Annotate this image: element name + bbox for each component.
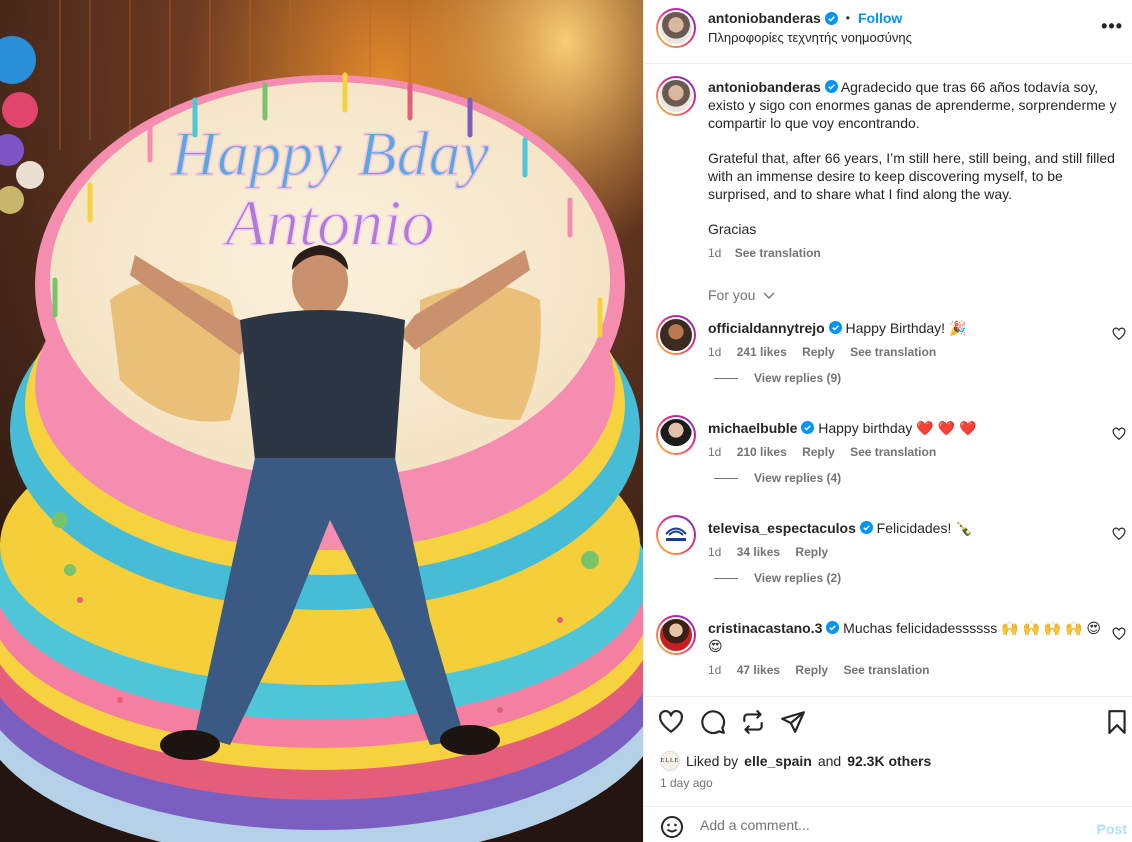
commenter-username[interactable]: officialdannytrejo xyxy=(708,320,825,336)
commenter-avatar[interactable] xyxy=(656,615,696,655)
comment-likes[interactable]: 241 likes xyxy=(737,345,787,359)
chevron-down-icon xyxy=(763,292,775,299)
verified-badge-icon xyxy=(824,11,838,25)
post-header: antoniobanderas • Follow Πληροφορίες τεχ… xyxy=(644,0,1132,64)
post-actions: ELLE Liked by elle_spain and 92.3K other… xyxy=(644,696,1132,806)
comment-item: officialdannytrejo Happy Birthday! 🎉 1d … xyxy=(656,315,1126,405)
liker-username[interactable]: elle_spain xyxy=(744,753,812,769)
caption-username[interactable]: antoniobanderas xyxy=(708,79,821,95)
comment-likes[interactable]: 34 likes xyxy=(737,545,780,559)
view-replies-label: View replies (9) xyxy=(754,371,842,385)
commenter-username[interactable]: televisa_espectaculos xyxy=(708,520,856,536)
caption-avatar[interactable] xyxy=(656,76,696,116)
share-icon[interactable] xyxy=(780,709,806,735)
view-replies-label: View replies (2) xyxy=(754,571,842,585)
bookmark-icon[interactable] xyxy=(1104,709,1130,735)
comment-text: Happy Birthday! 🎉 xyxy=(845,320,967,336)
comment-age: 1d xyxy=(708,545,722,559)
reply-button[interactable]: Reply xyxy=(795,545,828,559)
see-translation-link[interactable]: See translation xyxy=(735,246,821,260)
like-comment-heart-icon[interactable] xyxy=(1112,427,1126,441)
caption-age: 1d xyxy=(708,246,722,260)
comment-text: Felicidades! 🍾 xyxy=(876,520,973,536)
see-translation-link[interactable]: See translation xyxy=(843,663,929,677)
verified-badge-icon xyxy=(828,321,842,334)
reply-button[interactable]: Reply xyxy=(802,445,835,459)
author-avatar[interactable] xyxy=(656,8,696,48)
separator-dot: • xyxy=(845,11,850,25)
verified-badge-icon xyxy=(801,421,815,434)
like-comment-heart-icon[interactable] xyxy=(1112,527,1126,541)
post-image-artwork: Happy Bday Antonio xyxy=(0,0,643,842)
repost-icon[interactable] xyxy=(740,709,766,735)
caption-closing: Gracias xyxy=(708,221,757,237)
post-detail-panel: antoniobanderas • Follow Πληροφορίες τεχ… xyxy=(643,0,1132,842)
reply-button[interactable]: Reply xyxy=(802,345,835,359)
comment-icon[interactable] xyxy=(700,709,726,735)
post-comment-button[interactable]: Post xyxy=(1097,821,1127,837)
comment-input[interactable] xyxy=(700,813,1070,837)
view-replies-button[interactable]: View replies (4) xyxy=(714,471,841,485)
post-image[interactable]: Happy Bday Antonio xyxy=(0,0,643,842)
comment-age: 1d xyxy=(708,445,722,459)
see-translation-link[interactable]: See translation xyxy=(850,445,936,459)
view-replies-button[interactable]: View replies (2) xyxy=(714,571,841,585)
post-timestamp[interactable]: 1 day ago xyxy=(660,776,713,790)
commenter-avatar[interactable] xyxy=(656,315,696,355)
commenter-avatar[interactable] xyxy=(656,415,696,455)
liked-and-label: and xyxy=(817,753,842,769)
verified-badge-icon xyxy=(826,621,840,634)
comment-age: 1d xyxy=(708,345,722,359)
comment-likes[interactable]: 47 likes xyxy=(737,663,780,677)
commenter-avatar[interactable] xyxy=(656,515,696,555)
for-you-dropdown[interactable]: For you xyxy=(708,287,775,303)
comment-likes[interactable]: 210 likes xyxy=(737,445,787,459)
liked-by-label: Liked by xyxy=(686,753,739,769)
liker-avatar[interactable]: ELLE xyxy=(660,751,680,771)
view-replies-label: View replies (4) xyxy=(754,471,842,485)
comment-text: Happy birthday ❤️ ❤️ ❤️ xyxy=(818,420,977,436)
comment-item: michaelbuble Happy birthday ❤️ ❤️ ❤️ 1d … xyxy=(656,415,1126,505)
author-username[interactable]: antoniobanderas xyxy=(708,10,821,26)
verified-badge-icon xyxy=(824,80,838,93)
verified-badge-icon xyxy=(859,521,873,534)
more-options-icon[interactable]: ••• xyxy=(1101,16,1123,37)
televisa-logo-icon xyxy=(665,527,687,541)
ai-info-label[interactable]: Πληροφορίες τεχνητής νοημοσύνης xyxy=(708,30,912,45)
reply-button[interactable]: Reply xyxy=(795,663,828,677)
comment-age: 1d xyxy=(708,663,722,677)
like-comment-heart-icon[interactable] xyxy=(1112,627,1126,641)
cake-text-line1: Happy Bday xyxy=(170,118,490,189)
add-comment-bar: Post xyxy=(644,806,1132,842)
heart-icon[interactable] xyxy=(658,709,684,735)
for-you-label: For you xyxy=(708,287,756,303)
comments-scroll-area[interactable]: antoniobanderas Agradecido que tras 66 a… xyxy=(644,64,1132,696)
emoji-icon[interactable] xyxy=(660,815,684,839)
like-comment-heart-icon[interactable] xyxy=(1112,327,1126,341)
follow-button[interactable]: Follow xyxy=(858,10,902,26)
likes-summary: ELLE Liked by elle_spain and 92.3K other… xyxy=(660,751,931,771)
comment-item: televisa_espectaculos Felicidades! 🍾 1d … xyxy=(656,515,1126,605)
comment-item: cristinacastano.3 Muchas felicidadesssss… xyxy=(656,615,1126,696)
commenter-username[interactable]: cristinacastano.3 xyxy=(708,620,822,636)
view-replies-button[interactable]: View replies (9) xyxy=(714,371,841,385)
commenter-username[interactable]: michaelbuble xyxy=(708,420,797,436)
likes-count[interactable]: 92.3K others xyxy=(847,753,931,769)
see-translation-link[interactable]: See translation xyxy=(850,345,936,359)
caption-text-en: Grateful that, after 66 years, I’m still… xyxy=(708,150,1115,202)
